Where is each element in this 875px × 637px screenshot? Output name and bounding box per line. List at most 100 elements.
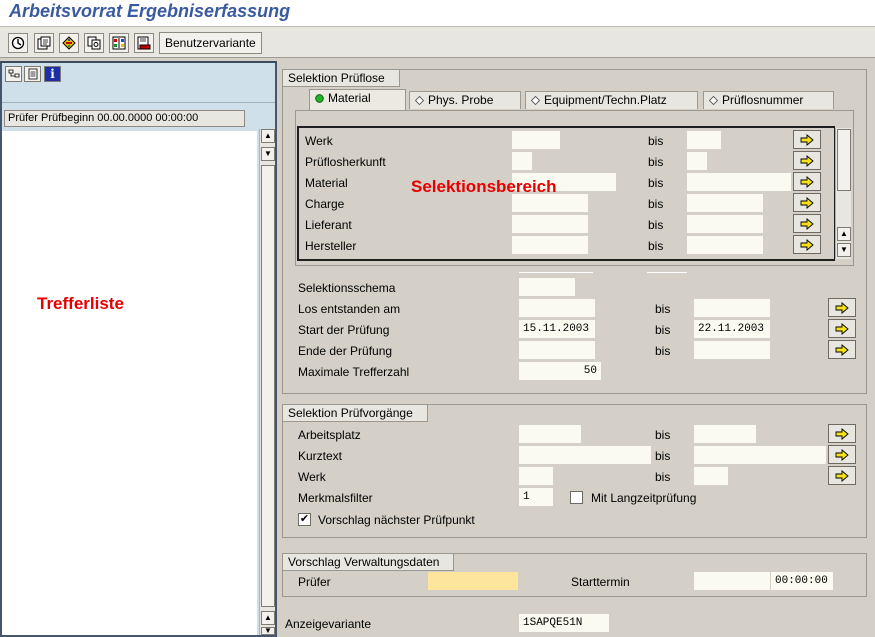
arrow-right-icon xyxy=(835,343,849,356)
selection-table-scrollbar[interactable]: ▲ ▼ xyxy=(835,128,851,259)
arrow-right-icon xyxy=(835,427,849,440)
bis-label: bis xyxy=(648,239,664,253)
ende-pruefung-to-input[interactable] xyxy=(694,341,770,359)
scroll-thumb[interactable] xyxy=(261,165,275,607)
tab-equipment[interactable]: Equipment/Techn.Platz xyxy=(525,91,698,109)
werk-to-input[interactable] xyxy=(687,131,721,149)
anzeigevariante-input[interactable]: 1SAPQE51N xyxy=(519,614,609,632)
los-entstanden-multiselect-button[interactable] xyxy=(828,298,856,317)
tab-phys-probe[interactable]: Phys. Probe xyxy=(409,91,521,109)
material-multiselect-button[interactable] xyxy=(793,172,821,191)
charge-multiselect-button[interactable] xyxy=(793,193,821,212)
start-pruefung-to-input[interactable]: 22.11.2003 xyxy=(694,320,770,338)
tab-prueflosnummer[interactable]: Prüflosnummer xyxy=(703,91,834,109)
material-label: Material xyxy=(305,176,348,190)
scroll-down-arrow[interactable]: ▼ xyxy=(837,243,851,257)
start-pruefung-multiselect-button[interactable] xyxy=(828,319,856,338)
hit-list-scrollbar[interactable]: ▲ ▼ ▲ ▼ xyxy=(259,129,275,635)
list-icon[interactable] xyxy=(24,66,41,82)
los-entstanden-from-input[interactable] xyxy=(519,299,595,317)
application-toolbar: Benutzervariante xyxy=(0,26,875,58)
start-pruefung-from-input[interactable]: 15.11.2003 xyxy=(519,320,595,338)
arrow-right-icon xyxy=(835,448,849,461)
los-entstanden-to-input[interactable] xyxy=(694,299,770,317)
arbeitsplatz-from-input[interactable] xyxy=(519,425,581,443)
prueflosherkunft-from-input[interactable] xyxy=(512,152,532,170)
werk-vorgang-multiselect-button[interactable] xyxy=(828,466,856,485)
lieferant-from-input[interactable] xyxy=(512,215,588,233)
divider xyxy=(519,272,593,273)
selektionsschema-label: Selektionsschema xyxy=(298,281,396,295)
werk-multiselect-button[interactable] xyxy=(793,130,821,149)
anzeigevariante-label: Anzeigevariante xyxy=(285,617,372,631)
tree-icon[interactable] xyxy=(5,66,22,82)
arrow-right-icon xyxy=(800,238,814,251)
tab-material[interactable]: Material xyxy=(309,89,406,110)
scroll-up-arrow[interactable]: ▲ xyxy=(837,227,851,241)
los-entstanden-label: Los entstanden am xyxy=(298,302,401,316)
lieferant-multiselect-button[interactable] xyxy=(793,214,821,233)
starttermin-date-input[interactable] xyxy=(694,572,770,590)
kurztext-from-input[interactable] xyxy=(519,446,651,464)
selektionsschema-input[interactable] xyxy=(519,278,575,296)
info-icon[interactable]: i xyxy=(44,66,61,82)
langzeitpruefung-checkbox[interactable] xyxy=(570,491,583,504)
copy-icon[interactable] xyxy=(84,33,104,53)
bis-label: bis xyxy=(655,323,671,337)
bis-label: bis xyxy=(648,176,664,190)
hersteller-from-input[interactable] xyxy=(512,236,588,254)
window-title: Arbeitsvorrat Ergebniserfassung xyxy=(9,1,291,21)
arrow-right-icon xyxy=(835,469,849,482)
execute-icon[interactable] xyxy=(8,33,28,53)
diamond-icon xyxy=(415,96,424,105)
layout-icon[interactable] xyxy=(109,33,129,53)
ende-pruefung-label: Ende der Prüfung xyxy=(298,344,393,358)
kurztext-to-input[interactable] xyxy=(694,446,826,464)
prueflosherkunft-to-input[interactable] xyxy=(687,152,707,170)
diamond-icon xyxy=(709,96,718,105)
bis-label: bis xyxy=(648,218,664,232)
pruefer-label: Prüfer xyxy=(298,575,331,589)
arbeitsplatz-to-input[interactable] xyxy=(694,425,756,443)
group-title: Selektion Prüfvorgänge xyxy=(283,405,428,422)
lieferant-to-input[interactable] xyxy=(687,215,763,233)
scroll-up-arrow[interactable]: ▲ xyxy=(261,611,275,625)
hersteller-to-input[interactable] xyxy=(687,236,763,254)
prueflosherkunft-multiselect-button[interactable] xyxy=(793,151,821,170)
werk-vorgang-to-input[interactable] xyxy=(694,467,728,485)
arrow-right-icon xyxy=(800,133,814,146)
scroll-down-arrow[interactable]: ▼ xyxy=(261,147,275,161)
werk-vorgang-from-input[interactable] xyxy=(519,467,553,485)
starttermin-time-input[interactable]: 00:00:00 xyxy=(771,572,833,590)
selection-area-annotation: Selektionsbereich xyxy=(411,177,557,196)
scroll-down-arrow[interactable]: ▼ xyxy=(261,627,275,635)
kurztext-multiselect-button[interactable] xyxy=(828,445,856,464)
vorschlag-pruefpunkt-checkbox[interactable]: ✔ xyxy=(298,513,311,526)
pruefer-input[interactable] xyxy=(428,572,518,590)
multi-select-icon[interactable] xyxy=(59,33,79,53)
hit-list-column-header[interactable]: Prüfer Prüfbeginn 00.00.0000 00:00:00 xyxy=(4,110,245,127)
variant-icon[interactable] xyxy=(34,33,54,53)
charge-to-input[interactable] xyxy=(687,194,763,212)
scroll-thumb[interactable] xyxy=(837,129,851,191)
vorschlag-pruefpunkt-label: Vorschlag nächster Prüfpunkt xyxy=(318,513,475,527)
arbeitsplatz-multiselect-button[interactable] xyxy=(828,424,856,443)
tab-label: Equipment/Techn.Platz xyxy=(544,93,667,107)
tab-label: Material xyxy=(328,91,371,105)
hit-list-pane: i Prüfer Prüfbeginn 00.00.0000 00:00:00 … xyxy=(0,61,277,637)
werk-from-input[interactable] xyxy=(512,131,560,149)
hit-list-annotation: Trefferliste xyxy=(37,294,124,313)
hersteller-multiselect-button[interactable] xyxy=(793,235,821,254)
merkmalsfilter-input[interactable]: 1 xyxy=(519,488,553,506)
group-title: Selektion Prüflose xyxy=(283,70,400,87)
max-trefferzahl-input[interactable]: 50 xyxy=(519,362,601,380)
arrow-right-icon xyxy=(800,196,814,209)
ende-pruefung-multiselect-button[interactable] xyxy=(828,340,856,359)
save-icon[interactable] xyxy=(134,33,154,53)
scroll-up-arrow[interactable]: ▲ xyxy=(261,129,275,143)
material-to-input[interactable] xyxy=(687,173,791,191)
hit-list[interactable]: Trefferliste xyxy=(2,131,257,635)
kurztext-label: Kurztext xyxy=(298,449,343,463)
benutzervariante-button[interactable]: Benutzervariante xyxy=(159,32,262,54)
ende-pruefung-from-input[interactable] xyxy=(519,341,595,359)
